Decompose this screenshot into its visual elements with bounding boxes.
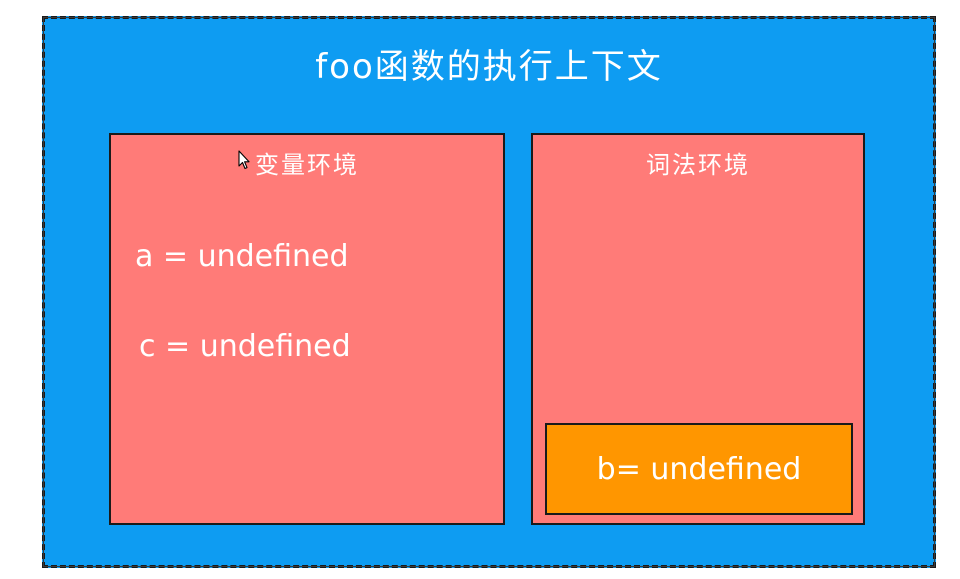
execution-context-title: foo函数的执行上下文 <box>315 47 663 87</box>
mouse-pointer-icon <box>238 150 250 170</box>
variable-entry-a: a = undefined <box>135 239 349 274</box>
variable-environment-title: 变量环境 <box>255 151 359 179</box>
lexical-environment-box: 词法环境 b= undefined <box>531 133 865 525</box>
block-scope-box: b= undefined <box>545 423 853 515</box>
lexical-entry-b: b= undefined <box>596 451 802 487</box>
variable-environment-box: 变量环境 a = undefined c = undefined <box>109 133 505 525</box>
variable-entry-c: c = undefined <box>139 329 351 364</box>
lexical-environment-title: 词法环境 <box>646 151 750 179</box>
execution-context-box: foo函数的执行上下文 变量环境 a = undefined c = undef… <box>42 16 936 568</box>
diagram-canvas: foo函数的执行上下文 变量环境 a = undefined c = undef… <box>0 0 960 579</box>
